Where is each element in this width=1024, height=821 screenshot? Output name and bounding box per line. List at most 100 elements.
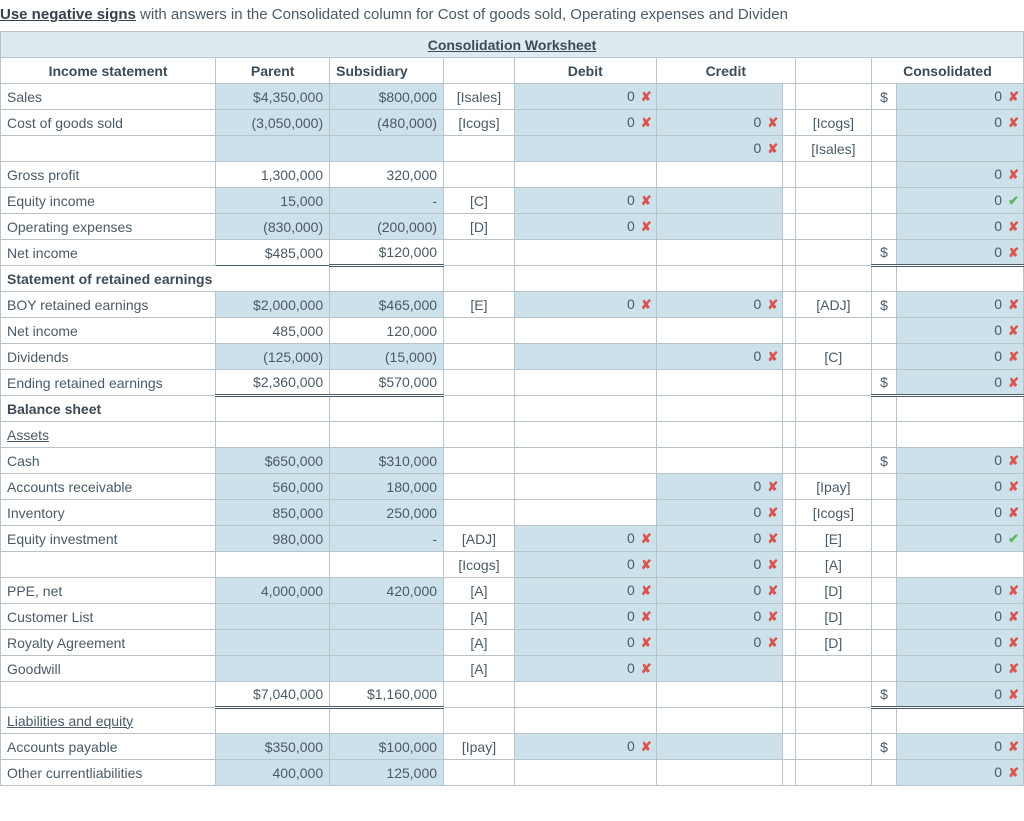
row-bs-header: Balance sheet xyxy=(1,396,1024,422)
wrong-icon: ✘ xyxy=(1008,323,1019,338)
debit-input[interactable]: 0✘ xyxy=(514,188,656,214)
row-equity-investment: Equity investment 980,000 - [ADJ] 0✘ 0✘ … xyxy=(1,526,1024,552)
consolidated-input[interactable]: 0✘ xyxy=(897,240,1024,266)
wrong-icon: ✘ xyxy=(641,193,652,208)
ref-credit: [Isales] xyxy=(795,136,871,162)
worksheet-title: Consolidation Worksheet xyxy=(1,32,1024,58)
row-assets-header: Assets xyxy=(1,422,1024,448)
row-equity-income: Equity income 15,000 - [C] 0✘ 0✔ xyxy=(1,188,1024,214)
wrong-icon: ✘ xyxy=(767,297,778,312)
debit-input[interactable]: 0✘ xyxy=(514,84,656,110)
wrong-icon: ✘ xyxy=(641,583,652,598)
subsidiary-value[interactable]: (200,000) xyxy=(330,214,444,240)
credit-input[interactable]: 0✘ xyxy=(656,136,783,162)
hdr-debit: Debit xyxy=(514,58,656,84)
wrong-icon: ✘ xyxy=(767,505,778,520)
wrong-icon: ✘ xyxy=(1008,297,1019,312)
wrong-icon: ✘ xyxy=(641,557,652,572)
dollar-sign: $ xyxy=(871,240,896,266)
row-gross-profit: Gross profit 1,300,000 320,000 0✘ xyxy=(1,162,1024,188)
row-sales: Sales $4,350,000 $800,000 [Isales] 0✘ $ … xyxy=(1,84,1024,110)
hdr-subsidiary: Subsidiary xyxy=(330,58,444,84)
subsidiary-value[interactable]: - xyxy=(330,188,444,214)
hdr-consolidated: Consolidated xyxy=(871,58,1023,84)
wrong-icon: ✘ xyxy=(767,141,778,156)
row-ending-re: Ending retained earnings $2,360,000 $570… xyxy=(1,370,1024,396)
wrong-icon: ✘ xyxy=(767,531,778,546)
consolidated-input[interactable]: 0✘ xyxy=(897,110,1024,136)
wrong-icon: ✘ xyxy=(641,219,652,234)
wrong-icon: ✘ xyxy=(767,635,778,650)
row-royalty: Royalty Agreement [A] 0✘ 0✘ [D] 0✘ xyxy=(1,630,1024,656)
row-inventory: Inventory 850,000 250,000 0✘ [Icogs] 0✘ xyxy=(1,500,1024,526)
wrong-icon: ✘ xyxy=(641,531,652,546)
debit-input[interactable]: 0✘ xyxy=(514,214,656,240)
label: Net income xyxy=(1,240,216,266)
ref-debit: [C] xyxy=(444,188,515,214)
wrong-icon: ✘ xyxy=(1008,115,1019,130)
subsidiary-value[interactable]: (480,000) xyxy=(330,110,444,136)
parent-value[interactable]: (3,050,000) xyxy=(216,110,330,136)
ref-debit: [D] xyxy=(444,214,515,240)
debit-input[interactable]: 0✘ xyxy=(514,110,656,136)
ref-debit: [Icogs] xyxy=(444,110,515,136)
parent-value[interactable]: (830,000) xyxy=(216,214,330,240)
correct-icon: ✔ xyxy=(1008,531,1019,546)
row-dividends: Dividends (125,000) (15,000) 0✘ [C] 0✘ xyxy=(1,344,1024,370)
row-customer-list: Customer List [A] 0✘ 0✘ [D] 0✘ xyxy=(1,604,1024,630)
consolidated-input[interactable]: 0✘ xyxy=(897,84,1024,110)
row-ppe: PPE, net 4,000,000 420,000 [A] 0✘ 0✘ [D]… xyxy=(1,578,1024,604)
row-ar: Accounts receivable 560,000 180,000 0✘ [… xyxy=(1,474,1024,500)
wrong-icon: ✘ xyxy=(1008,583,1019,598)
instruction-underline: Use negative signs xyxy=(0,6,136,23)
wrong-icon: ✘ xyxy=(767,115,778,130)
parent-value[interactable]: $4,350,000 xyxy=(216,84,330,110)
consolidated-input[interactable]: 0✔ xyxy=(897,188,1024,214)
credit-input[interactable]: 0✘ xyxy=(656,110,783,136)
wrong-icon: ✘ xyxy=(1008,167,1019,182)
wrong-icon: ✘ xyxy=(767,557,778,572)
label: Gross profit xyxy=(1,162,216,188)
consolidated-input[interactable]: 0✘ xyxy=(897,162,1024,188)
row-cash: Cash $650,000 $310,000 $ 0✘ xyxy=(1,448,1024,474)
wrong-icon: ✘ xyxy=(1008,349,1019,364)
wrong-icon: ✘ xyxy=(641,297,652,312)
instruction-text: Use negative signs with answers in the C… xyxy=(0,0,1024,31)
hdr-parent: Parent xyxy=(216,58,330,84)
hdr-income-statement: Income statement xyxy=(1,58,216,84)
wrong-icon: ✘ xyxy=(1008,609,1019,624)
row-boy-re: BOY retained earnings $2,000,000 $465,00… xyxy=(1,292,1024,318)
label: Cost of goods sold xyxy=(1,110,216,136)
row-asset-totals: $7,040,000 $1,160,000 $ 0✘ xyxy=(1,682,1024,708)
subsidiary-value[interactable]: $800,000 xyxy=(330,84,444,110)
hdr-credit: Credit xyxy=(656,58,795,84)
wrong-icon: ✘ xyxy=(641,739,652,754)
consolidated-input[interactable]: 0✘ xyxy=(897,214,1024,240)
parent-value: 1,300,000 xyxy=(216,162,330,188)
correct-icon: ✔ xyxy=(1008,193,1019,208)
dollar-sign: $ xyxy=(871,84,896,110)
row-ocl: Other currentliabilities 400,000 125,000… xyxy=(1,760,1024,786)
row-cogs: Cost of goods sold (3,050,000) (480,000)… xyxy=(1,110,1024,136)
parent-value[interactable]: 15,000 xyxy=(216,188,330,214)
row-goodwill: Goodwill [A] 0✘ 0✘ xyxy=(1,656,1024,682)
wrong-icon: ✘ xyxy=(641,661,652,676)
row-net-income: Net income $485,000 $120,000 $ 0✘ xyxy=(1,240,1024,266)
row-net-income-2: Net income 485,000 120,000 0✘ xyxy=(1,318,1024,344)
row-operating-expenses: Operating expenses (830,000) (200,000) [… xyxy=(1,214,1024,240)
wrong-icon: ✘ xyxy=(1008,245,1019,260)
wrong-icon: ✘ xyxy=(767,583,778,598)
wrong-icon: ✘ xyxy=(1008,765,1019,780)
wrong-icon: ✘ xyxy=(1008,479,1019,494)
wrong-icon: ✘ xyxy=(641,89,652,104)
subsidiary-value: 320,000 xyxy=(330,162,444,188)
subsidiary-value: $120,000 xyxy=(330,240,444,266)
wrong-icon: ✘ xyxy=(1008,635,1019,650)
row-equity-investment-2: [Icogs] 0✘ 0✘ [A] xyxy=(1,552,1024,578)
wrong-icon: ✘ xyxy=(1008,453,1019,468)
credit-input[interactable] xyxy=(656,84,783,110)
wrong-icon: ✘ xyxy=(1008,375,1019,390)
wrong-icon: ✘ xyxy=(1008,739,1019,754)
wrong-icon: ✘ xyxy=(641,635,652,650)
wrong-icon: ✘ xyxy=(767,609,778,624)
